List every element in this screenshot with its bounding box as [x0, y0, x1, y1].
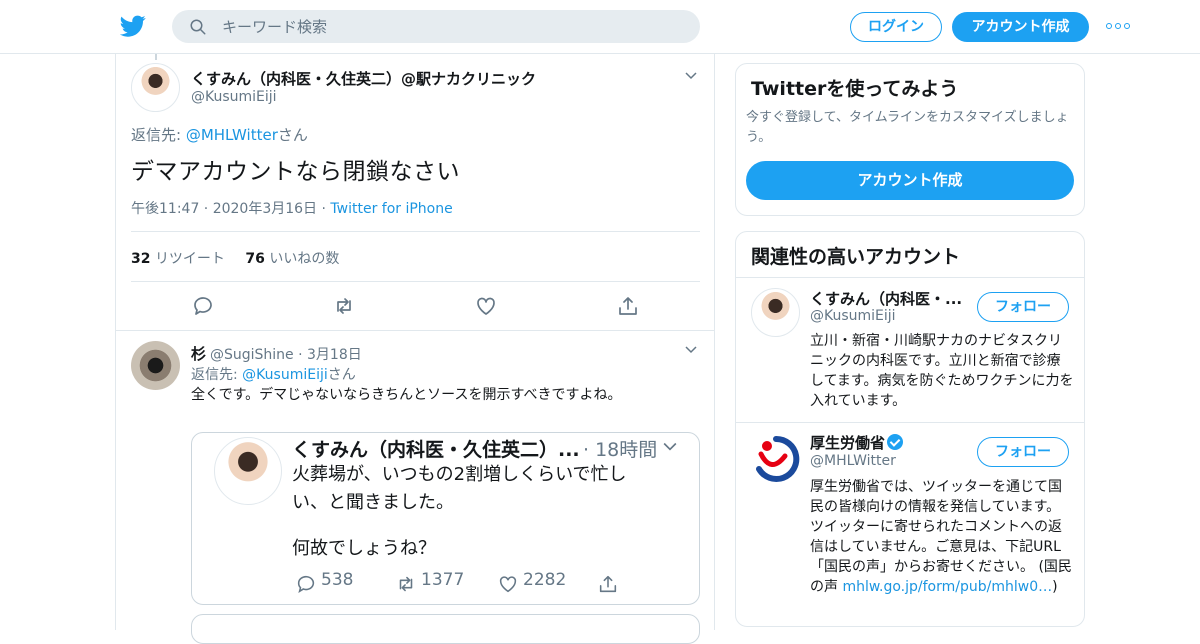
account-handle[interactable]: @MHLWitter — [810, 453, 896, 469]
tweet-meta: 午後11:47 · 2020年3月16日 · Twitter for iPhon… — [131, 198, 453, 218]
avatar[interactable] — [751, 288, 800, 337]
reply-to-link[interactable]: @KusumiEiji — [242, 367, 328, 383]
retweet-icon[interactable] — [332, 294, 356, 318]
related-panel-title: 関連性の高いアカウント — [751, 246, 961, 268]
reply-to: 返信先: @MHLWitterさん — [131, 124, 308, 145]
embedded-author-name: くすみん（内科医・久住英二）... — [292, 439, 580, 461]
divider — [116, 330, 714, 331]
share-icon[interactable] — [616, 294, 640, 318]
thread-line — [155, 54, 157, 60]
mhlw-logo[interactable] — [751, 434, 801, 484]
author-handle-text[interactable]: @SugiShine — [210, 347, 294, 363]
embedded-avatar — [214, 437, 282, 505]
attached-image-2[interactable] — [191, 614, 700, 644]
account-name-text[interactable]: 厚生労働省 — [810, 434, 885, 452]
retweets-count[interactable]: 32 — [131, 251, 150, 267]
tweet-text: デマアカウントなら閉鎖なさい — [131, 159, 460, 185]
signup-button[interactable]: アカウント作成 — [952, 12, 1089, 42]
embedded-share-icon — [599, 575, 617, 593]
account-bio-end: ) — [1052, 579, 1058, 595]
tweet-column: くすみん（内科医・久住英二）@駅ナカクリニック @KusumiEiji 返信先:… — [115, 54, 716, 644]
follow-button[interactable]: フォロー — [977, 292, 1069, 322]
signup-panel-description: 今すぐ登録して、タイムラインをカスタマイズしましょう。 — [746, 110, 1069, 145]
reply-to: 返信先: @KusumiEijiさん — [191, 364, 356, 384]
search-icon — [190, 19, 206, 35]
tweet-stats: 32 リツイート 76 いいねの数 — [131, 248, 339, 268]
embedded-retweet-icon — [399, 576, 413, 592]
embedded-time: · 18時間 — [583, 439, 658, 461]
chevron-down-icon[interactable] — [685, 70, 697, 82]
tweet-source-link[interactable]: Twitter for iPhone — [330, 201, 452, 217]
account-bio: 厚生労働省では、ツイッターを通じて国民の皆様向けの情報を発信しています。ツイッタ… — [810, 477, 1074, 597]
search-box[interactable] — [172, 10, 700, 43]
embedded-line: 火葬場が、いつもの2割増しくらいで忙し — [292, 464, 627, 485]
likes-label[interactable]: いいねの数 — [269, 251, 339, 267]
attached-image[interactable]: くすみん（内科医・久住英二）... · 18時間 火葬場が、いつもの2割増しくら… — [191, 432, 700, 605]
author-name[interactable]: 杉 — [191, 343, 206, 364]
divider — [131, 231, 700, 232]
signup-panel-title: Twitterを使ってみよう — [751, 78, 959, 100]
embedded-like-count: 2282 — [523, 570, 567, 590]
tweet-actions — [116, 294, 716, 320]
account-name[interactable]: 厚生労働省 — [810, 432, 904, 453]
avatar[interactable] — [131, 341, 180, 390]
login-button[interactable]: ログイン — [850, 12, 942, 42]
divider — [736, 277, 1084, 278]
reply-icon[interactable] — [191, 294, 215, 318]
embedded-text: 火葬場が、いつもの2割増しくらいで忙し い、と聞きました。 何故でしょうね？ — [292, 461, 672, 563]
account-handle[interactable]: @KusumiEiji — [810, 308, 896, 324]
bio-link[interactable]: mhlw.go.jp/form/pub/mhlw0… — [842, 579, 1052, 595]
author-handle[interactable]: @SugiShine · 3月18日 — [210, 344, 362, 364]
account-bio: 立川・新宿・川崎駅ナカのナビタスクリニックの内科医です。立川と新宿で診療してます… — [810, 333, 1074, 409]
divider — [736, 422, 1084, 423]
tweet-time[interactable]: 午後11:47 · 2020年3月16日 · — [131, 201, 330, 217]
retweets-label[interactable]: リツイート — [155, 251, 225, 267]
related-accounts-panel: 関連性の高いアカウント くすみん（内科医・... @KusumiEiji フォロ… — [735, 231, 1085, 627]
reply-suffix: さん — [327, 367, 356, 383]
account-name[interactable]: くすみん（内科医・... — [810, 288, 962, 309]
avatar[interactable] — [131, 63, 180, 112]
tweet-date[interactable]: · 3月18日 — [298, 347, 362, 363]
reply-prefix: 返信先: — [131, 126, 186, 144]
chevron-down-icon[interactable] — [685, 344, 697, 356]
account-bio-text: 厚生労働省では、ツイッターを通じて国民の皆様向けの情報を発信しています。ツイッタ… — [810, 479, 1072, 595]
divider — [131, 281, 700, 282]
reply-suffix: さん — [277, 126, 308, 144]
twitter-bird-icon[interactable] — [120, 13, 146, 39]
more-icon[interactable] — [1106, 18, 1130, 34]
reply-to-link[interactable]: @MHLWitter — [186, 126, 278, 144]
embedded-line: い、と聞きました。 — [292, 492, 454, 513]
reply-prefix: 返信先: — [191, 367, 243, 383]
top-bar: ログイン アカウント作成 — [0, 0, 1200, 54]
tweet-text: 全くです。デマじゃないならきちんとソースを開示すべきですよね。 — [191, 387, 622, 403]
embedded-chevron-icon — [663, 442, 677, 451]
embedded-like-icon — [499, 576, 517, 593]
embedded-line: 何故でしょうね？ — [292, 538, 436, 559]
likes-count[interactable]: 76 — [245, 251, 264, 267]
embedded-retweet-count: 1377 — [421, 570, 465, 590]
search-input[interactable] — [222, 10, 682, 43]
signup-panel: Twitterを使ってみよう 今すぐ登録して、タイムラインをカスタマイズしましょ… — [735, 63, 1085, 216]
follow-button[interactable]: フォロー — [977, 437, 1069, 467]
like-icon[interactable] — [474, 294, 498, 318]
signup-panel-button[interactable]: アカウント作成 — [746, 161, 1074, 200]
verified-badge-icon — [887, 434, 904, 450]
embedded-reply-count: 538 — [321, 570, 354, 590]
author-name[interactable]: くすみん（内科医・久住英二）@駅ナカクリニック — [191, 68, 536, 89]
author-handle[interactable]: @KusumiEiji — [191, 89, 277, 105]
embedded-reply-icon — [297, 575, 315, 594]
